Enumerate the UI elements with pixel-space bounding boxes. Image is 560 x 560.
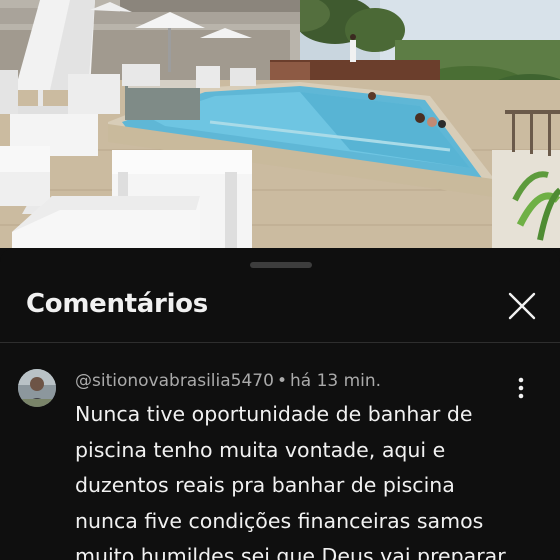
drag-handle[interactable] <box>250 262 312 268</box>
pool-scene-image <box>0 0 560 248</box>
comments-sheet: Comentários @sitionovabrasilia5470 • há 13… <box>0 248 560 560</box>
comments-title: Comentários <box>26 289 208 319</box>
comment-text: Nunca tive oportunidade de banhar de pis… <box>75 402 506 560</box>
comment-meta: @sitionovabrasilia5470 • há 13 min. <box>75 369 381 393</box>
more-vertical-icon <box>518 377 524 399</box>
meta-separator: • <box>276 371 287 391</box>
avatar[interactable] <box>18 369 56 407</box>
user-avatar-image <box>18 369 56 407</box>
video-player[interactable] <box>0 0 560 248</box>
comment-author[interactable]: @sitionovabrasilia5470 <box>75 371 274 391</box>
comment-timestamp: há 13 min. <box>289 371 382 391</box>
close-icon <box>508 292 536 320</box>
close-button[interactable] <box>500 284 544 328</box>
comment-item: @sitionovabrasilia5470 • há 13 min. Nunca … <box>0 343 560 560</box>
screen: Comentários @sitionovabrasilia5470 • há 13… <box>0 0 560 560</box>
